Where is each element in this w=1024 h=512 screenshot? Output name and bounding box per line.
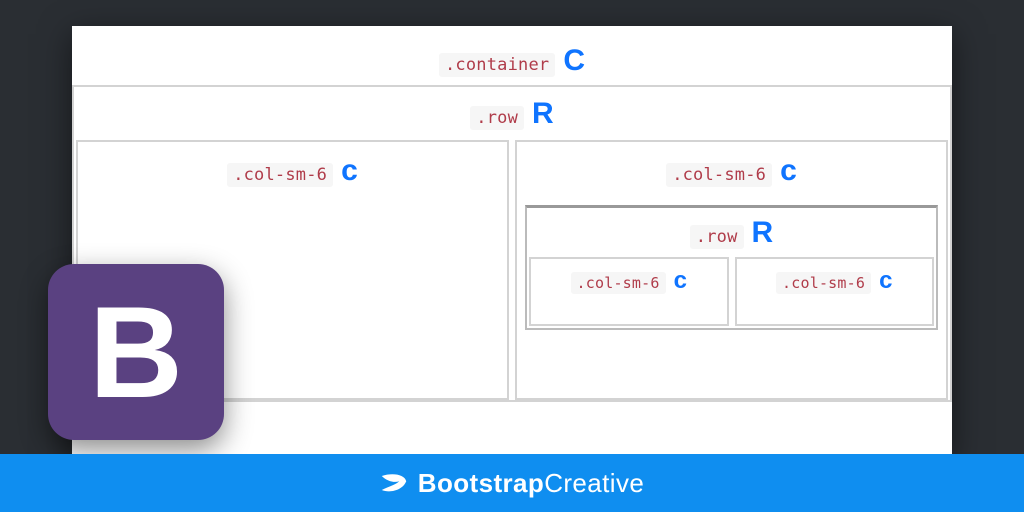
nested-col-left-letter: c bbox=[674, 269, 687, 293]
bootstrap-logo: B bbox=[48, 264, 224, 440]
leaf-icon bbox=[380, 471, 408, 495]
container-label: .container C bbox=[439, 46, 585, 77]
footer-brand-rest: Creative bbox=[544, 468, 644, 498]
container-class-chip: .container bbox=[439, 53, 555, 77]
col-left-class-chip: .col-sm-6 bbox=[227, 163, 333, 187]
nested-row-class-chip: .row bbox=[690, 225, 744, 249]
col-right: .col-sm-6 c .row R .col-sm- bbox=[515, 140, 948, 400]
nested-col-right-letter: c bbox=[879, 269, 892, 293]
bootstrap-container-cell: .container C bbox=[72, 26, 952, 85]
col-left-label: .col-sm-6 c bbox=[78, 142, 507, 197]
col-right-class-chip: .col-sm-6 bbox=[666, 163, 772, 187]
row-label: .row R bbox=[470, 99, 553, 130]
nested-col-left-class-chip: .col-sm-6 bbox=[571, 272, 666, 294]
nested-col-left: .col-sm-6 c bbox=[529, 257, 729, 326]
container-letter: C bbox=[563, 46, 585, 76]
row-class-chip: .row bbox=[470, 106, 524, 130]
nested-columns-wrap: .col-sm-6 c .col-sm-6 c bbox=[527, 257, 936, 328]
nested-col-right: .col-sm-6 c bbox=[735, 257, 935, 326]
nested-row-letter: R bbox=[752, 218, 774, 248]
nested-row-label: .row R bbox=[527, 208, 936, 257]
footer-brand-bold: Bootstrap bbox=[418, 468, 544, 498]
footer-brand: BootstrapCreative bbox=[418, 468, 644, 499]
row-cell: .row R bbox=[74, 87, 950, 140]
col-left-letter: c bbox=[341, 156, 358, 186]
footer-bar: BootstrapCreative bbox=[0, 454, 1024, 512]
nested-container: .row R .col-sm-6 c bbox=[525, 205, 938, 330]
nested-col-right-class-chip: .col-sm-6 bbox=[776, 272, 871, 294]
col-right-letter: c bbox=[780, 156, 797, 186]
bootstrap-logo-letter: B bbox=[89, 287, 183, 417]
row-letter: R bbox=[532, 99, 554, 129]
col-right-label: .col-sm-6 c bbox=[517, 142, 946, 197]
